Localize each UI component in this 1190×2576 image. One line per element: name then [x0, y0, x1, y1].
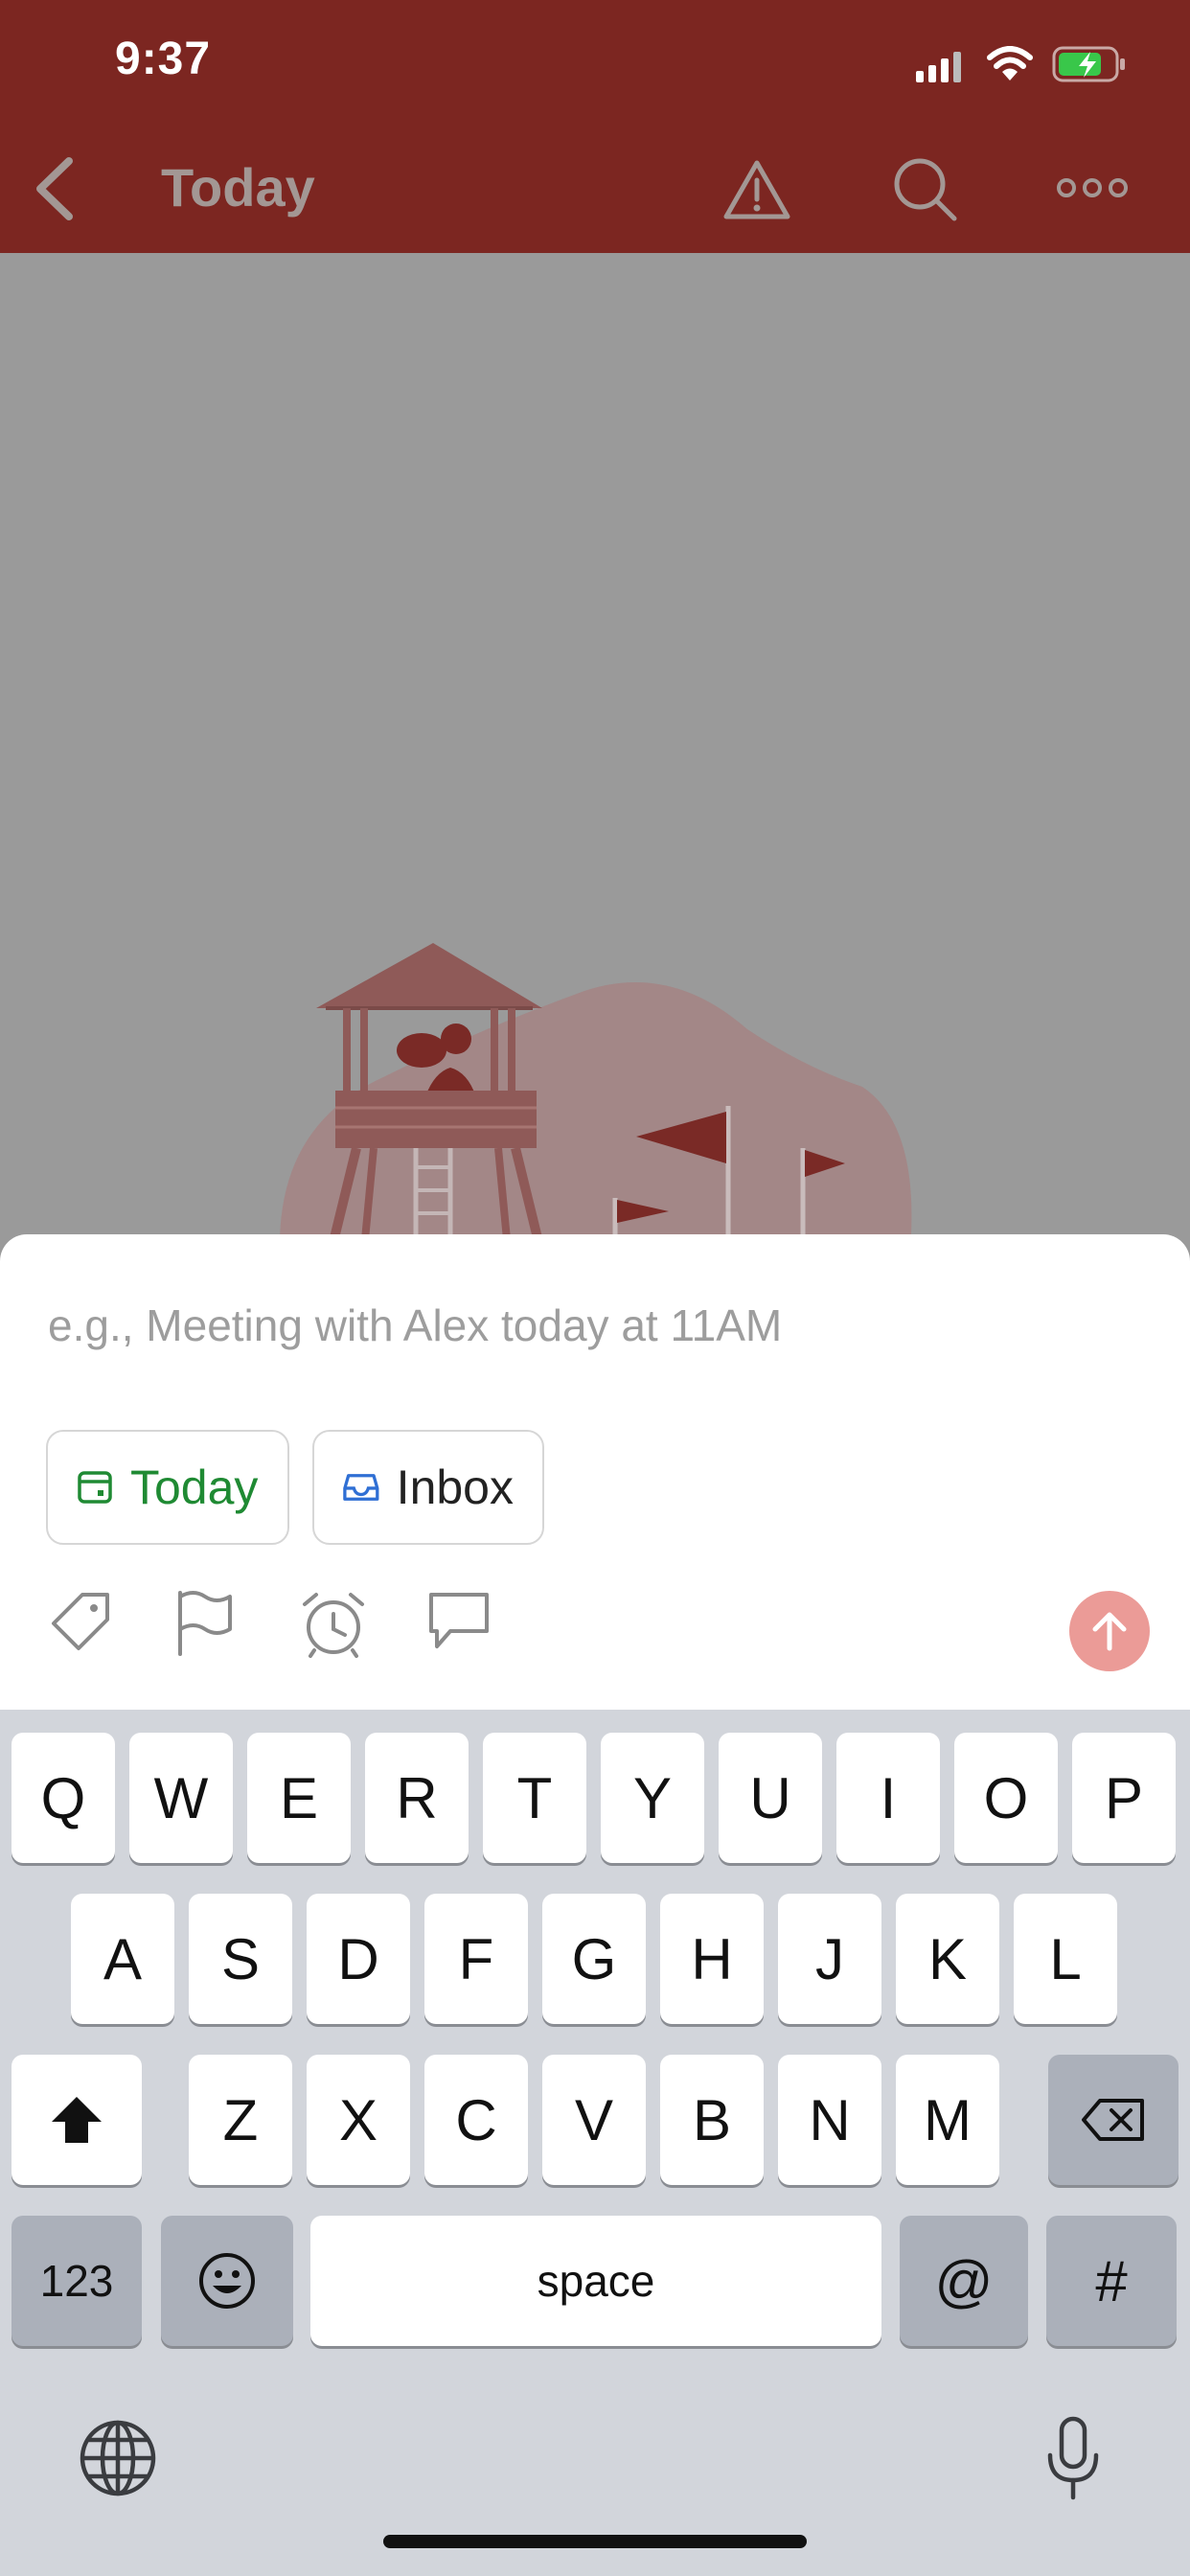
flag-icon[interactable]: [174, 1589, 236, 1658]
home-indicator: [383, 2535, 807, 2548]
backspace-icon: [1082, 2099, 1144, 2141]
key-a[interactable]: A: [71, 1894, 174, 2024]
hash-key[interactable]: #: [1046, 2216, 1177, 2346]
key-c[interactable]: C: [424, 2055, 528, 2185]
inbox-icon: [343, 1474, 379, 1501]
key-e[interactable]: E: [247, 1733, 351, 1863]
shift-key[interactable]: [11, 2055, 142, 2185]
wifi-icon: [987, 46, 1033, 80]
key-o[interactable]: O: [954, 1733, 1058, 1863]
key-u[interactable]: U: [719, 1733, 822, 1863]
key-x[interactable]: X: [307, 2055, 410, 2185]
due-date-chip[interactable]: Today: [46, 1430, 289, 1545]
key-b[interactable]: B: [660, 2055, 764, 2185]
battery-icon: [1052, 46, 1125, 82]
key-i[interactable]: I: [836, 1733, 940, 1863]
space-key[interactable]: space: [310, 2216, 881, 2346]
alarm-icon[interactable]: [299, 1589, 368, 1658]
microphone-icon[interactable]: [1044, 2415, 1102, 2501]
globe-icon[interactable]: [79, 2419, 157, 2497]
numbers-key[interactable]: 123: [11, 2216, 142, 2346]
emoji-key[interactable]: [161, 2216, 293, 2346]
empty-state-area: [0, 253, 1190, 1234]
cellular-signal-icon: [916, 52, 961, 82]
key-m[interactable]: M: [896, 2055, 999, 2185]
delete-key[interactable]: [1048, 2055, 1179, 2185]
label-icon[interactable]: [48, 1589, 115, 1656]
key-t[interactable]: T: [483, 1733, 586, 1863]
key-w[interactable]: W: [129, 1733, 233, 1863]
calendar-icon: [78, 1471, 112, 1504]
at-key[interactable]: @: [900, 2216, 1028, 2346]
page-title: Today: [161, 157, 315, 218]
key-n[interactable]: N: [778, 2055, 881, 2185]
key-q[interactable]: Q: [11, 1733, 115, 1863]
more-icon[interactable]: [1056, 174, 1129, 201]
key-f[interactable]: F: [424, 1894, 528, 2024]
quick-add-sheet: Today Inbox: [0, 1234, 1190, 1710]
key-s[interactable]: S: [189, 1894, 292, 2024]
key-r[interactable]: R: [365, 1733, 469, 1863]
comment-icon[interactable]: [425, 1589, 492, 1652]
back-chevron-icon[interactable]: [33, 157, 75, 220]
key-y[interactable]: Y: [601, 1733, 704, 1863]
app-header: 9:37 Today: [0, 0, 1190, 253]
status-time: 9:37: [115, 34, 212, 84]
arrow-up-icon: [1092, 1612, 1127, 1651]
key-k[interactable]: K: [896, 1894, 999, 2024]
system-keyboard: Q W E R T Y U I O P A S D F G H J K L Z …: [0, 1710, 1190, 2576]
emoji-icon: [199, 2253, 255, 2309]
key-d[interactable]: D: [307, 1894, 410, 2024]
lookout-tower-illustration: [280, 943, 912, 1234]
task-name-input[interactable]: [48, 1292, 1140, 1359]
key-v[interactable]: V: [542, 2055, 646, 2185]
project-label: Inbox: [396, 1460, 514, 1514]
submit-task-button[interactable]: [1069, 1591, 1150, 1671]
due-date-label: Today: [130, 1460, 259, 1514]
key-g[interactable]: G: [542, 1894, 646, 2024]
key-h[interactable]: H: [660, 1894, 764, 2024]
project-chip[interactable]: Inbox: [312, 1430, 544, 1545]
key-l[interactable]: L: [1014, 1894, 1117, 2024]
warning-icon[interactable]: [722, 159, 791, 220]
key-z[interactable]: Z: [189, 2055, 292, 2185]
key-p[interactable]: P: [1072, 1733, 1176, 1863]
key-j[interactable]: J: [778, 1894, 881, 2024]
shift-icon: [52, 2097, 102, 2143]
search-icon[interactable]: [891, 155, 960, 224]
